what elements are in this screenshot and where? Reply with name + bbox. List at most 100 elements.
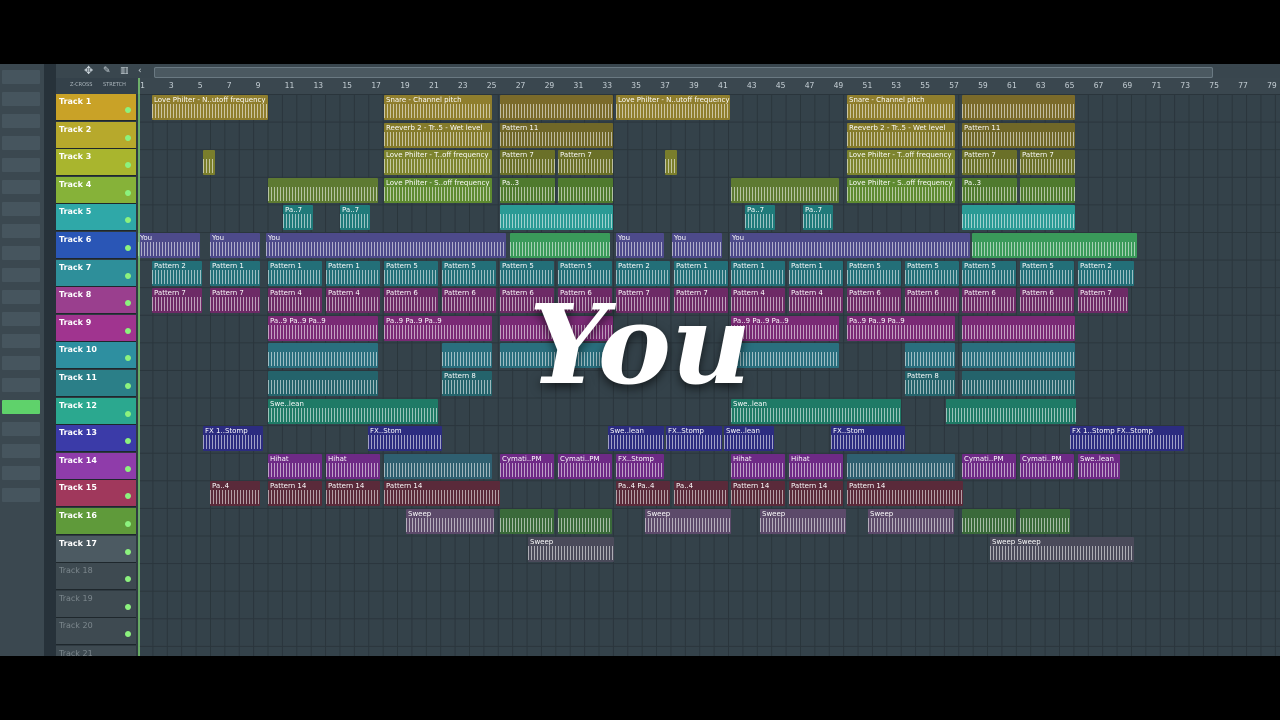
playlist-clip[interactable]: Pattern 14	[731, 481, 785, 507]
track-header[interactable]: Track 5	[56, 204, 136, 232]
playlist-clip[interactable]: FX 1..Stomp	[203, 426, 263, 452]
track-mute-led-icon[interactable]	[125, 548, 131, 555]
playlist-clip[interactable]: FX..Stomp	[616, 453, 664, 479]
playlist-clip[interactable]	[203, 150, 215, 176]
playlist-clip[interactable]: Pattern 7	[500, 150, 555, 176]
playlist-clip[interactable]: Pa..7	[803, 205, 833, 231]
playlist-clip[interactable]: Cymati..PM	[1020, 453, 1074, 479]
playlist-clip[interactable]: Love Philter - N..utoff frequency	[152, 95, 268, 120]
browser-row[interactable]	[2, 224, 40, 238]
browser-row[interactable]	[2, 444, 40, 458]
track-header[interactable]: Track 3	[56, 149, 136, 177]
playlist-clip[interactable]	[510, 233, 610, 258]
playlist-clip[interactable]	[665, 150, 677, 176]
playlist-clip[interactable]	[558, 509, 612, 534]
paint-icon[interactable]: ✎	[103, 66, 111, 76]
timeline-ruler[interactable]: 1 3 5 7 9 11 13 15 17 19 21 23 25 27 29 31 33 35 37 39 41 43 4…	[138, 78, 1280, 94]
playlist-clip[interactable]: Cymati..PM	[500, 453, 554, 479]
playlist-clip[interactable]	[500, 95, 613, 120]
playlist-clip[interactable]: Love Philter - T..off frequency	[847, 150, 955, 176]
playlist-clip[interactable]: You	[266, 233, 506, 258]
browser-row[interactable]	[2, 114, 40, 128]
track-mute-led-icon[interactable]	[125, 272, 131, 279]
playlist-clip[interactable]: Cymati..PM	[558, 453, 612, 479]
playlist-clip[interactable]	[384, 453, 492, 479]
track-mute-led-icon[interactable]	[125, 134, 131, 141]
playlist-clip[interactable]: FX 1..Stomp FX..Stomp	[1070, 426, 1184, 452]
playlist-clip[interactable]: Love Philter - N..utoff frequency	[616, 95, 730, 120]
playlist-clip[interactable]	[962, 95, 1075, 120]
playlist-clip[interactable]: Pattern 7	[1020, 150, 1075, 176]
track-mute-led-icon[interactable]	[125, 521, 131, 527]
playlist-clip[interactable]	[558, 177, 613, 203]
playlist-clip[interactable]: Pattern 7	[558, 150, 613, 176]
playlist-clip[interactable]: Pa..7	[340, 205, 370, 231]
browser-row[interactable]	[2, 422, 40, 436]
playlist-clip[interactable]	[1020, 509, 1070, 534]
playlist-clip[interactable]: FX..Stom	[831, 426, 905, 452]
playlist-clip[interactable]	[847, 453, 955, 479]
track-header[interactable]: Track 18	[56, 563, 136, 591]
track-header[interactable]: Track 4	[56, 176, 136, 204]
track-header[interactable]: Track 15	[56, 480, 136, 508]
track-mute-led-icon[interactable]	[125, 107, 131, 113]
playlist-clip[interactable]: Love Philter - T..off frequency	[384, 150, 492, 176]
browser-row[interactable]	[2, 70, 40, 84]
track-header[interactable]: Track 2	[56, 121, 136, 149]
move-arrows-icon[interactable]: ✥	[84, 65, 93, 76]
track-header[interactable]: Track 21	[56, 646, 136, 656]
playlist-clip[interactable]: Snare - Channel pitch	[847, 95, 955, 120]
track-mute-led-icon[interactable]	[125, 576, 131, 583]
track-header[interactable]: Track 6	[56, 232, 136, 259]
playlist-clip[interactable]: Sweep	[406, 509, 494, 534]
track-header[interactable]: Track 19	[56, 590, 136, 618]
track-mute-led-icon[interactable]	[125, 438, 131, 445]
playlist-clip[interactable]: Hihat	[731, 453, 785, 479]
playlist-clip[interactable]	[500, 509, 554, 534]
stretch-label[interactable]: STRETCH	[103, 82, 126, 88]
playlist-clip[interactable]: Pa..3	[500, 177, 555, 203]
playlist-clip[interactable]: Pattern 14	[384, 481, 500, 507]
playlist-clip[interactable]: Pattern 14	[847, 481, 963, 507]
playlist-clip[interactable]	[1020, 177, 1075, 203]
playlist-clip[interactable]: Swe..lean	[608, 426, 664, 452]
browser-row[interactable]	[2, 92, 40, 106]
playlist-clip[interactable]: Pattern 14	[326, 481, 380, 507]
playlist-clip[interactable]	[962, 509, 1016, 534]
track-mute-led-icon[interactable]	[125, 410, 131, 417]
playlist-clip[interactable]: Swe..lean	[724, 426, 774, 452]
playlist-clip[interactable]: You	[210, 233, 260, 258]
playlist-clip[interactable]: Love Philter - S..off frequency	[847, 177, 955, 203]
playlist-clip[interactable]: Pa..4	[674, 481, 728, 507]
track-mute-led-icon[interactable]	[125, 189, 131, 196]
playlist-clip[interactable]	[268, 177, 378, 203]
track-header[interactable]: Track 13	[56, 425, 136, 453]
playlist-clip[interactable]: Sweep	[760, 509, 846, 534]
browser-row[interactable]	[2, 180, 40, 194]
playlist-clip[interactable]: Sweep Sweep	[990, 536, 1134, 562]
track-mute-led-icon[interactable]	[125, 162, 131, 169]
track-mute-led-icon[interactable]	[125, 245, 131, 251]
horizontal-scrollbar[interactable]	[154, 67, 1213, 78]
playlist-clip[interactable]: Hihat	[789, 453, 843, 479]
track-mute-led-icon[interactable]	[125, 465, 131, 472]
grid-icon[interactable]: ▥	[120, 66, 129, 76]
playlist-clip[interactable]: You	[616, 233, 664, 258]
track-mute-led-icon[interactable]	[125, 631, 131, 638]
playlist-clip[interactable]: You	[730, 233, 970, 258]
playlist-clip[interactable]: Pattern 11	[500, 122, 613, 148]
zcross-label[interactable]: Z-CROSS	[70, 82, 92, 88]
playlist-clip[interactable]	[972, 233, 1137, 258]
playlist-clip[interactable]: Pa..7	[745, 205, 775, 231]
playlist-clip[interactable]: Sweep	[868, 509, 954, 534]
track-mute-led-icon[interactable]	[125, 217, 131, 224]
playlist-clip[interactable]: Cymati..PM	[962, 453, 1016, 479]
track-header[interactable]: Track 1	[56, 94, 136, 121]
browser-row[interactable]	[2, 246, 40, 260]
track-header[interactable]: Track 14	[56, 452, 136, 480]
scroll-left-icon[interactable]: ‹	[138, 66, 142, 76]
playlist-clip[interactable]	[731, 177, 839, 203]
playlist-clip[interactable]: FX..Stomp	[666, 426, 722, 452]
browser-row[interactable]	[2, 488, 40, 502]
playlist-clip[interactable]: Pa..4	[210, 481, 260, 507]
